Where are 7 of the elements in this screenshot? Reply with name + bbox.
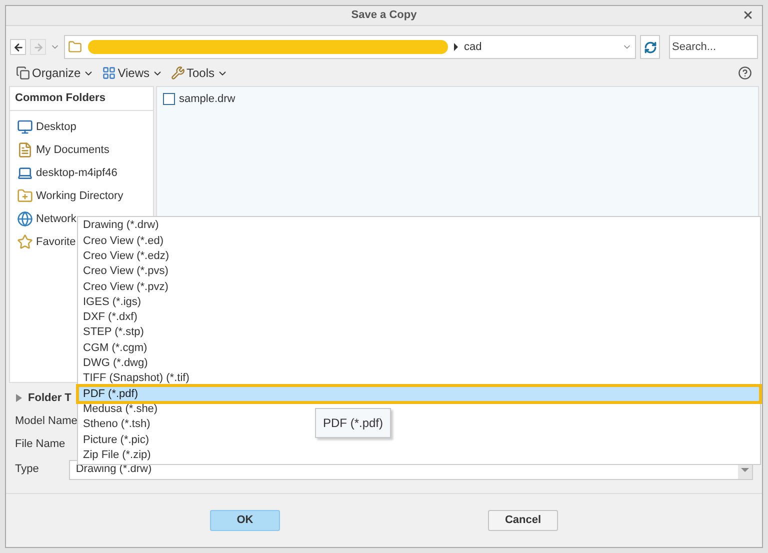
path-label: cad [464, 40, 482, 55]
sidebar-heading: Common Folders [10, 87, 153, 110]
window-title: Save a Copy [351, 8, 417, 24]
field-label: Model Name [15, 414, 78, 430]
tooltip: PDF (*.pdf) [315, 408, 392, 438]
field-label: Type [15, 462, 39, 478]
field-label: File Name [15, 437, 66, 452]
